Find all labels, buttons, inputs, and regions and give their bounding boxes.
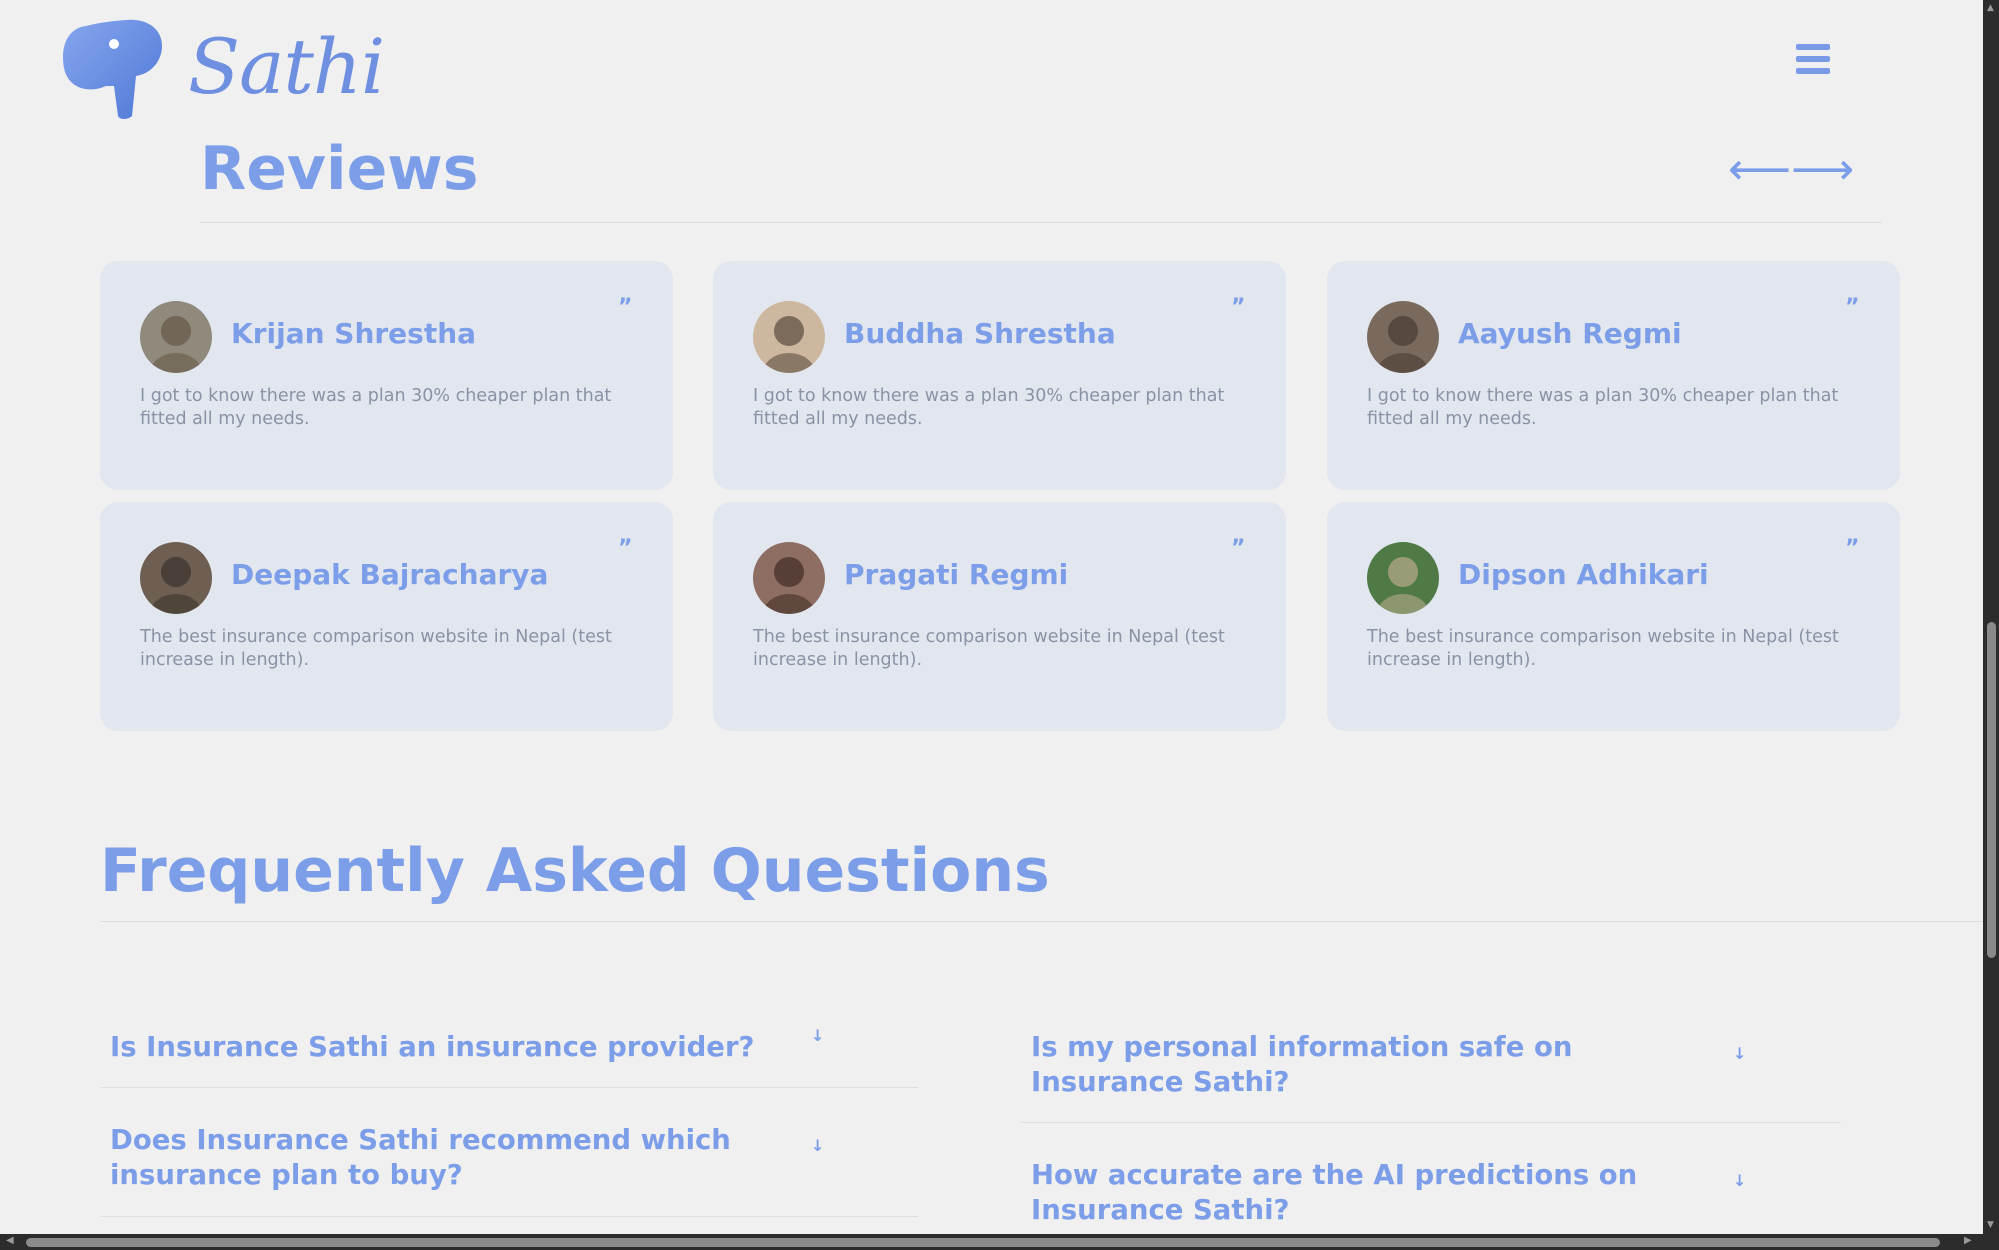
faq-item[interactable]: Is Insurance Sathi an insurance provider… [110,1030,830,1065]
quote-icon: ” [1231,536,1246,561]
faq-item[interactable]: Is my personal information safe on Insur… [1031,1030,1711,1100]
review-text: I got to know there was a plan 30% cheap… [753,386,1225,429]
avatar [753,542,825,614]
horizontal-scroll-thumb[interactable] [26,1238,1940,1247]
avatar [1367,542,1439,614]
faq-divider [100,921,1983,922]
review-card: Deepak Bajracharya ” The best insurance co… [100,502,673,731]
scroll-left-icon[interactable]: ◀ [6,1235,14,1246]
arrow-left-icon[interactable]: ⟵ [1728,148,1791,192]
quote-icon: ” [618,536,633,561]
quote-icon: ” [1845,295,1860,320]
sathi-logo[interactable]: Sathi [58,16,385,120]
logo-text: Sathi [188,22,385,111]
review-card: Buddha Shrestha ” I got to know there was … [713,261,1286,490]
scroll-right-icon[interactable]: ▶ [1964,1235,1972,1246]
faq-separator [100,1216,918,1217]
vertical-scroll-thumb[interactable] [1987,622,1996,958]
faq-question: Is my personal information safe on Insur… [1031,1031,1573,1098]
reviewer-name: Buddha Shrestha [844,317,1116,350]
reviewer-name: Aayush Regmi [1458,317,1682,350]
arrow-down-icon[interactable]: ↓ [811,1026,824,1045]
faq-question: How accurate are the AI predictions on I… [1031,1159,1638,1226]
faq-question: Is Insurance Sathi an insurance provider… [110,1031,755,1063]
review-text: The best insurance comparison website in… [1367,627,1839,670]
quote-icon: ” [618,295,633,320]
menu-hamburger-icon[interactable] [1796,44,1830,82]
scroll-down-icon[interactable]: ▼ [1987,1220,1994,1230]
review-card: Aayush Regmi ” I got to know there was a p… [1327,261,1900,490]
arrow-right-icon[interactable]: ⟶ [1791,148,1854,192]
faq-heading: Frequently Asked Questions [100,836,1050,906]
faq-separator [1021,1122,1841,1123]
review-text: The best insurance comparison website in… [140,627,612,670]
avatar [140,542,212,614]
avatar [140,301,212,373]
reviews-carousel-controls: ⟵ ⟶ [1728,148,1854,192]
reviewer-name: Krijan Shrestha [231,317,477,350]
horizontal-scrollbar[interactable]: ◀ ▶ [0,1234,1983,1250]
faq-question: Does Insurance Sathi recommend which ins… [110,1124,731,1191]
arrow-down-icon[interactable]: ↓ [1733,1044,1746,1063]
quote-icon: ” [1231,295,1246,320]
reviewer-name: Dipson Adhikari [1458,558,1709,591]
faq-separator [100,1087,918,1088]
reviews-divider [200,222,1882,223]
faq-item[interactable]: Does Insurance Sathi recommend which ins… [110,1123,810,1193]
review-card: Pragati Regmi ” The best insurance compari… [713,502,1286,731]
vertical-scrollbar[interactable]: ▲ ▼ [1983,0,1999,1234]
review-text: The best insurance comparison website in… [753,627,1225,670]
review-text: I got to know there was a plan 30% cheap… [140,386,612,429]
avatar [753,301,825,373]
arrow-down-icon[interactable]: ↓ [811,1136,824,1155]
elephant-logo-icon [62,19,162,119]
avatar [1367,301,1439,373]
review-text: I got to know there was a plan 30% cheap… [1367,386,1839,429]
scroll-up-icon[interactable]: ▲ [1987,3,1994,13]
review-card: Krijan Shrestha ” I got to know there was … [100,261,673,490]
reviewer-name: Pragati Regmi [844,558,1069,591]
faq-item[interactable]: How accurate are the AI predictions on I… [1031,1158,1731,1228]
reviewer-name: Deepak Bajracharya [231,558,549,591]
quote-icon: ” [1845,536,1860,561]
review-card: Dipson Adhikari ” The best insurance compa… [1327,502,1900,731]
page: Sathi Reviews ⟵ ⟶ Krijan Shrestha ” I got … [0,0,1983,1234]
scrollbar-corner [1983,1234,1999,1250]
reviews-heading: Reviews [200,134,479,204]
arrow-down-icon[interactable]: ↓ [1733,1171,1746,1190]
